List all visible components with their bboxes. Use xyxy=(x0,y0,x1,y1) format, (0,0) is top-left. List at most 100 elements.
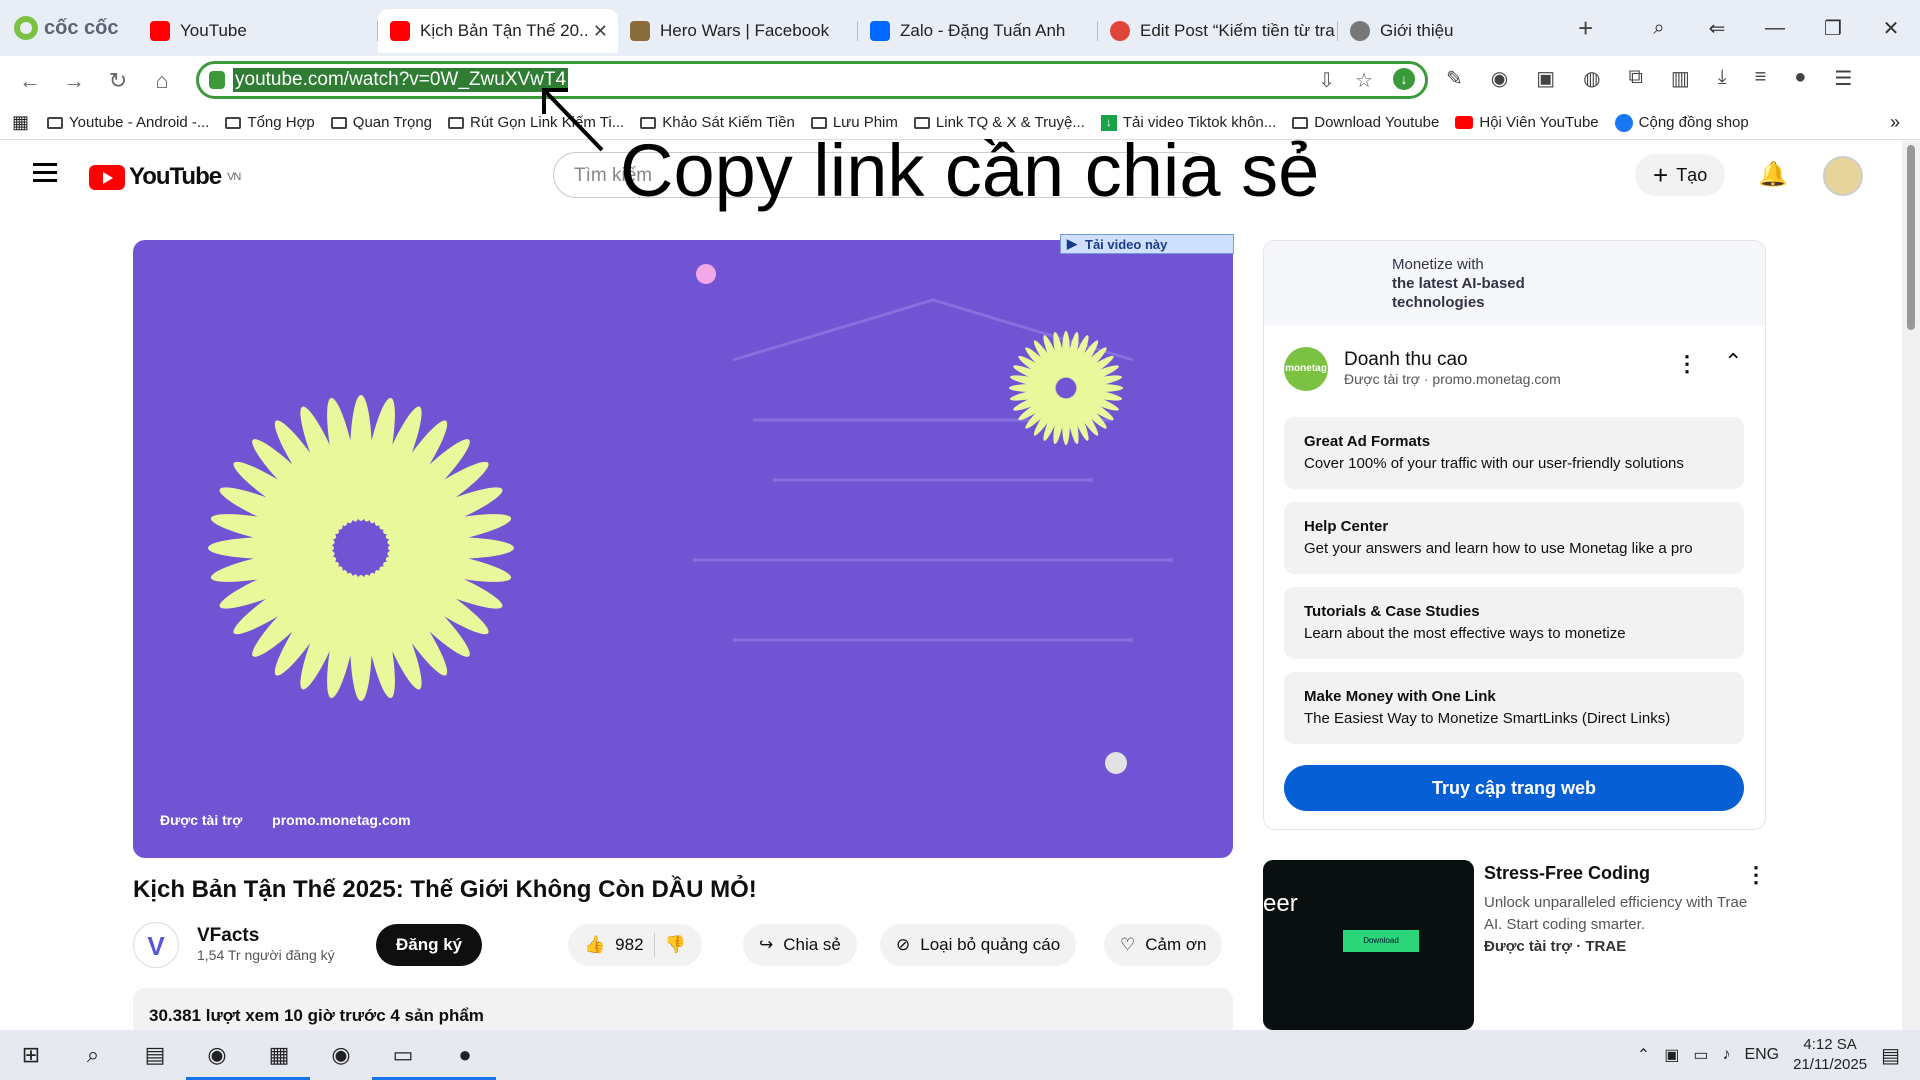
channel-avatar[interactable]: V xyxy=(133,922,179,968)
bookmark-item[interactable]: Tổng Hợp xyxy=(225,114,315,131)
tab-label: Zalo - Đặng Tuấn Anh xyxy=(900,21,1066,40)
thumbs-down-icon[interactable]: 👎 xyxy=(665,935,686,955)
ad-card[interactable]: Tutorials & Case Studies Learn about the… xyxy=(1284,587,1744,659)
thumbs-up-icon[interactable]: 👍 xyxy=(584,935,605,955)
ad-card-desc: Cover 100% of your traffic with our user… xyxy=(1304,455,1684,472)
network-icon[interactable]: ▣ xyxy=(1664,1045,1679,1065)
ad-banner[interactable]: Monetize with the latest AI-based techno… xyxy=(1264,241,1765,325)
new-tab-icon[interactable]: + xyxy=(1578,13,1593,44)
hamburger-menu-icon[interactable] xyxy=(33,163,57,187)
user-avatar[interactable] xyxy=(1823,156,1863,196)
suggested-ad-video[interactable]: eer Download Stress-Free Coding Unlock u… xyxy=(1263,860,1783,1030)
subscribe-button[interactable]: Đăng ký xyxy=(376,924,483,966)
notifications-icon[interactable]: ▤ xyxy=(1881,1043,1900,1068)
coccoc-brand[interactable]: cốc cốc xyxy=(0,16,138,40)
visit-website-button[interactable]: Truy cập trang web xyxy=(1284,765,1744,811)
suggestion-title[interactable]: Stress-Free Coding xyxy=(1484,862,1754,884)
downloads-icon[interactable]: ⤓ xyxy=(1718,66,1727,91)
window-controls: ⌕ ⇐ — ❐ ✕ xyxy=(1630,0,1920,56)
extension-icon[interactable]: ▣ xyxy=(1536,66,1555,91)
split-view-icon[interactable]: ▥ xyxy=(1671,66,1690,91)
puzzle-extensions-icon[interactable]: ⧉ xyxy=(1629,66,1643,91)
back-arrow-icon[interactable]: ← xyxy=(8,68,52,94)
show-hidden-icons-icon[interactable]: ⌃ xyxy=(1637,1045,1650,1065)
thanks-button[interactable]: ♡ Cảm ơn xyxy=(1104,924,1223,966)
page-scrollbar[interactable] xyxy=(1902,140,1920,1030)
menu-icon[interactable]: ☰ xyxy=(1834,66,1852,91)
clock[interactable]: 4:12 SA 21/11/2025 xyxy=(1793,1035,1867,1075)
extension-icon[interactable]: ◉ xyxy=(1491,66,1508,91)
home-icon[interactable]: ⌂ xyxy=(140,68,184,94)
collapse-chevron-icon[interactable]: ⌃ xyxy=(1724,349,1742,375)
tab-active-video[interactable]: Kịch Bản Tận Thế 20.. ✕ xyxy=(378,9,618,53)
address-bar[interactable]: youtube.com/watch?v=0W_ZwuXVwT4 ⇩ ☆ ↓ xyxy=(196,61,1428,99)
tab-zalo[interactable]: Zalo - Đặng Tuấn Anh xyxy=(858,9,1098,53)
video-title: Kịch Bản Tận Thế 2025: Thế Giới Không Cò… xyxy=(133,876,757,903)
youtube-play-icon xyxy=(89,164,125,190)
advertiser-name: Doanh thu cao xyxy=(1344,349,1468,370)
channel-text: VFacts 1,54 Tr người đăng ký xyxy=(197,925,335,965)
ad-card-title: Tutorials & Case Studies xyxy=(1304,603,1480,620)
minimize-icon[interactable]: — xyxy=(1746,17,1804,40)
coccoc-app-icon[interactable]: ● xyxy=(434,1042,496,1080)
sponsor-line: Được tài trợ · promo.monetag.com xyxy=(1344,371,1561,387)
chrome-app-icon[interactable]: ◉ xyxy=(186,1042,248,1080)
suggestion-thumbnail[interactable]: eer Download xyxy=(1263,860,1474,1030)
close-tab-icon[interactable]: ✕ xyxy=(593,21,608,42)
like-count[interactable]: 982 xyxy=(615,935,643,955)
volume-icon[interactable]: ♪ xyxy=(1722,1046,1730,1064)
reload-icon[interactable]: ↻ xyxy=(96,68,140,94)
chrome-profile-app-icon[interactable]: ◉ xyxy=(310,1042,372,1068)
subscriber-count: 1,54 Tr người đăng ký xyxy=(197,947,335,963)
bookmark-item[interactable]: Cộng đồng shop xyxy=(1614,113,1749,132)
task-view-icon[interactable]: ▤ xyxy=(124,1042,186,1068)
language-indicator[interactable]: ENG xyxy=(1744,1046,1779,1064)
block-icon: ⊘ xyxy=(896,935,911,954)
battery-icon[interactable]: ▭ xyxy=(1693,1045,1708,1065)
search-icon[interactable]: ⌕ xyxy=(62,1042,124,1068)
extension-icon[interactable]: ◍ xyxy=(1583,66,1600,91)
tab-gioi-thieu[interactable]: Giới thiệu xyxy=(1338,9,1558,53)
tab-label: Hero Wars | Facebook xyxy=(660,21,830,40)
store-app-icon[interactable]: ▦ xyxy=(248,1042,310,1080)
bookmark-item[interactable]: Hội Viên YouTube xyxy=(1455,114,1599,131)
profile-avatar-icon[interactable]: ● xyxy=(1794,66,1806,91)
tab-hero-wars[interactable]: Hero Wars | Facebook xyxy=(618,9,858,53)
youtube-logo[interactable]: YouTube VN xyxy=(89,163,241,191)
download-video-icon[interactable]: ↓ xyxy=(1393,68,1415,90)
scrollbar-thumb[interactable] xyxy=(1907,145,1915,330)
share-button[interactable]: ↪ Chia sẻ xyxy=(743,924,857,966)
windows-start-icon[interactable]: ⊞ xyxy=(0,1042,62,1068)
back-history-icon[interactable]: ⇐ xyxy=(1688,16,1746,41)
more-options-icon[interactable]: ⋮ xyxy=(1676,351,1698,377)
tab-youtube[interactable]: YouTube xyxy=(138,9,378,53)
sponsor-domain[interactable]: promo.monetag.com xyxy=(272,812,410,828)
ad-card[interactable]: Great Ad Formats Cover 100% of your traf… xyxy=(1284,417,1744,489)
ad-card[interactable]: Make Money with One Link The Easiest Way… xyxy=(1284,672,1744,744)
more-options-icon[interactable]: ⋮ xyxy=(1745,862,1767,888)
maximize-icon[interactable]: ❐ xyxy=(1804,16,1862,41)
bookmark-item[interactable]: Quan Trọng xyxy=(330,114,432,131)
download-video-button[interactable]: ▶ Tải video này xyxy=(1060,234,1234,254)
media-playlist-icon[interactable]: ≡ xyxy=(1755,66,1767,91)
more-bookmarks-icon[interactable]: » xyxy=(1890,112,1900,133)
create-button[interactable]: + Tạo xyxy=(1635,154,1726,196)
channel-name[interactable]: VFacts xyxy=(197,925,335,947)
bookmark-star-icon[interactable]: ☆ xyxy=(1355,68,1373,93)
forward-arrow-icon[interactable]: → xyxy=(52,68,96,94)
notifications-bell-icon[interactable]: 🔔 xyxy=(1758,160,1788,189)
bookmark-item[interactable]: Youtube - Android -... xyxy=(47,114,209,131)
install-app-icon[interactable]: ⇩ xyxy=(1318,68,1335,93)
player-sponsor-line: Được tài trợ promo.monetag.com xyxy=(160,812,411,828)
video-player[interactable] xyxy=(133,240,1233,858)
url-text[interactable]: youtube.com/watch?v=0W_ZwuXVwT4 xyxy=(233,68,569,92)
tab-edit-post[interactable]: Edit Post “Kiếm tiền từ tra xyxy=(1098,9,1338,53)
ad-card[interactable]: Help Center Get your answers and learn h… xyxy=(1284,502,1744,574)
apps-grid-icon[interactable]: ▦ xyxy=(12,112,29,133)
play-icon: ▶ xyxy=(1067,236,1077,251)
close-window-icon[interactable]: ✕ xyxy=(1862,16,1920,41)
tab-search-icon[interactable]: ⌕ xyxy=(1630,17,1688,40)
file-explorer-icon[interactable]: ▭ xyxy=(372,1042,434,1080)
extension-icon[interactable]: ✎ xyxy=(1446,66,1463,91)
remove-ads-button[interactable]: ⊘ Loại bỏ quảng cáo xyxy=(880,924,1077,966)
